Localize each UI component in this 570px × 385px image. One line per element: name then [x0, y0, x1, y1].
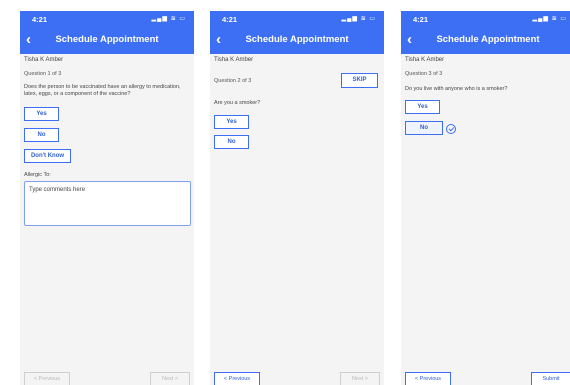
status-time: 4:21 — [32, 15, 48, 24]
question-text: Does the person to be vaccinated have an… — [24, 84, 181, 97]
app-header: 4:21 ▂▄▆ ≋ ▭ ‹ Schedule Appointment — [20, 11, 194, 54]
question-number: Question 1 of 3 — [24, 71, 62, 77]
patient-name: Tisha K Amber — [214, 57, 254, 63]
footer-nav: < Previous Next > — [210, 372, 384, 385]
status-bar: 4:21 ▂▄▆ ≋ ▭ — [32, 15, 186, 25]
option-yes-button[interactable]: Yes — [214, 115, 249, 129]
status-bar: 4:21 ▂▄▆ ≋ ▭ — [222, 15, 376, 25]
allergy-label: Allergic To: — [24, 172, 51, 178]
skip-button[interactable]: SKIP — [341, 73, 378, 88]
previous-button[interactable]: < Previous — [214, 372, 260, 385]
question-number: Question 2 of 3 — [214, 78, 252, 84]
patient-name: Tisha K Amber — [405, 57, 445, 63]
footer-nav: < Previous Submit — [401, 372, 570, 385]
app-header: 4:21 ▂▄▆ ≋ ▭ ‹ Schedule Appointment — [210, 11, 384, 54]
submit-button[interactable]: Submit — [531, 372, 570, 385]
phone-screen-question-3: 4:21 ▂▄▆ ≋ ▭ ‹ Schedule Appointment Tish… — [401, 11, 570, 385]
status-time: 4:21 — [222, 15, 238, 24]
next-button[interactable]: Next > — [340, 372, 380, 385]
question-text: Do you live with anyone who is a smoker? — [405, 86, 508, 92]
option-no-button-selected[interactable]: No — [405, 121, 443, 135]
app-header: 4:21 ▂▄▆ ≋ ▭ ‹ Schedule Appointment — [401, 11, 570, 54]
option-dont-know-button[interactable]: Don't Know — [24, 149, 71, 163]
page-title: Schedule Appointment — [436, 34, 540, 45]
question-number: Question 3 of 3 — [405, 71, 443, 77]
footer-nav: < Previous Next > — [20, 372, 194, 385]
previous-button[interactable]: < Previous — [405, 372, 451, 385]
phone-screen-question-2: 4:21 ▂▄▆ ≋ ▭ ‹ Schedule Appointment Tish… — [210, 11, 384, 385]
phone-screen-question-1: 4:21 ▂▄▆ ≋ ▭ ‹ Schedule Appointment Tish… — [20, 11, 194, 385]
signal-wifi-battery-icon: ▂▄▆ ≋ ▭ — [532, 16, 567, 22]
signal-wifi-battery-icon: ▂▄▆ ≋ ▭ — [341, 16, 376, 22]
comments-textarea[interactable]: Type comments here — [24, 181, 191, 226]
patient-name: Tisha K Amber — [24, 57, 64, 63]
signal-wifi-battery-icon: ▂▄▆ ≋ ▭ — [151, 16, 186, 22]
check-circle-icon — [446, 124, 456, 134]
status-time: 4:21 — [413, 15, 429, 24]
next-button[interactable]: Next > — [150, 372, 190, 385]
page-title: Schedule Appointment — [245, 34, 349, 45]
previous-button[interactable]: < Previous — [24, 372, 70, 385]
option-yes-button[interactable]: Yes — [24, 107, 59, 121]
question-text: Are you a smoker? — [214, 100, 261, 106]
option-no-button[interactable]: No — [24, 128, 59, 142]
status-bar: 4:21 ▂▄▆ ≋ ▭ — [413, 15, 567, 25]
option-yes-button[interactable]: Yes — [405, 100, 440, 114]
option-no-button[interactable]: No — [214, 135, 249, 149]
page-title: Schedule Appointment — [55, 34, 159, 45]
